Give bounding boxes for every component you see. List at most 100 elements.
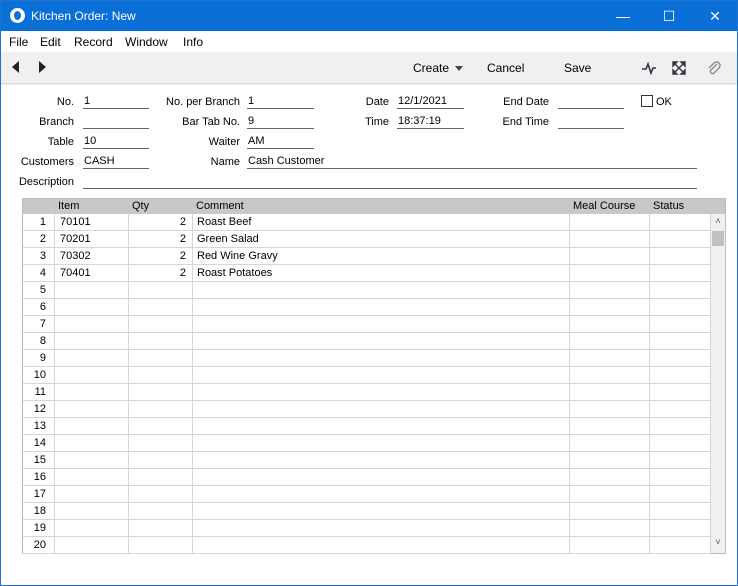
table-row[interactable]: 13 xyxy=(23,418,711,435)
menu-edit[interactable]: Edit xyxy=(40,35,61,49)
comment-cell[interactable] xyxy=(193,469,570,486)
menu-info[interactable]: Info xyxy=(183,35,203,49)
no-per-branch-field[interactable]: 1 xyxy=(247,95,314,109)
no-field[interactable]: 1 xyxy=(83,95,149,109)
meal-course-cell[interactable] xyxy=(570,333,650,350)
meal-course-cell[interactable] xyxy=(570,452,650,469)
item-cell[interactable] xyxy=(55,299,129,316)
status-cell[interactable] xyxy=(650,452,711,469)
qty-cell[interactable] xyxy=(129,299,193,316)
menu-file[interactable]: File xyxy=(9,35,28,49)
comment-cell[interactable] xyxy=(193,282,570,299)
qty-cell[interactable] xyxy=(129,316,193,333)
status-cell[interactable] xyxy=(650,214,711,231)
table-row[interactable]: 20 xyxy=(23,537,711,554)
status-cell[interactable] xyxy=(650,316,711,333)
table-row[interactable]: 9 xyxy=(23,350,711,367)
comment-cell[interactable] xyxy=(193,503,570,520)
branch-field[interactable] xyxy=(83,115,149,129)
table-row[interactable]: 2 70201 2 Green Salad xyxy=(23,231,711,248)
next-record-icon[interactable] xyxy=(39,61,46,73)
meal-course-cell[interactable] xyxy=(570,316,650,333)
scroll-down-icon[interactable]: ˅ xyxy=(711,537,725,549)
status-cell[interactable] xyxy=(650,384,711,401)
meal-course-cell[interactable] xyxy=(570,350,650,367)
comment-cell[interactable] xyxy=(193,452,570,469)
qty-cell[interactable] xyxy=(129,537,193,554)
scroll-thumb[interactable] xyxy=(712,231,724,246)
table-row[interactable]: 18 xyxy=(23,503,711,520)
meal-course-cell[interactable] xyxy=(570,282,650,299)
status-cell[interactable] xyxy=(650,248,711,265)
comment-cell[interactable] xyxy=(193,435,570,452)
status-cell[interactable] xyxy=(650,333,711,350)
status-cell[interactable] xyxy=(650,367,711,384)
item-cell[interactable] xyxy=(55,418,129,435)
qty-cell[interactable] xyxy=(129,486,193,503)
meal-course-cell[interactable] xyxy=(570,486,650,503)
table-row[interactable]: 10 xyxy=(23,367,711,384)
item-cell[interactable] xyxy=(55,333,129,350)
column-header-status[interactable]: Status xyxy=(653,200,684,212)
meal-course-cell[interactable] xyxy=(570,299,650,316)
item-cell[interactable] xyxy=(55,486,129,503)
meal-course-cell[interactable] xyxy=(570,367,650,384)
expand-icon[interactable] xyxy=(671,60,687,76)
table-row[interactable]: 5 xyxy=(23,282,711,299)
qty-cell[interactable]: 2 xyxy=(129,214,193,231)
status-cell[interactable] xyxy=(650,486,711,503)
column-header-comment[interactable]: Comment xyxy=(196,200,244,212)
meal-course-cell[interactable] xyxy=(570,537,650,554)
item-cell[interactable] xyxy=(55,350,129,367)
status-cell[interactable] xyxy=(650,520,711,537)
description-field[interactable] xyxy=(83,175,697,189)
meal-course-cell[interactable] xyxy=(570,401,650,418)
comment-cell[interactable] xyxy=(193,316,570,333)
meal-course-cell[interactable] xyxy=(570,435,650,452)
item-cell[interactable] xyxy=(55,435,129,452)
item-cell[interactable] xyxy=(55,469,129,486)
table-row[interactable]: 4 70401 2 Roast Potatoes xyxy=(23,265,711,282)
table-row[interactable]: 7 xyxy=(23,316,711,333)
qty-cell[interactable] xyxy=(129,401,193,418)
paperclip-icon[interactable] xyxy=(706,60,722,76)
table-row[interactable]: 6 xyxy=(23,299,711,316)
meal-course-cell[interactable] xyxy=(570,418,650,435)
item-cell[interactable]: 70201 xyxy=(55,231,129,248)
item-cell[interactable] xyxy=(55,367,129,384)
item-cell[interactable] xyxy=(55,401,129,418)
comment-cell[interactable] xyxy=(193,299,570,316)
item-cell[interactable] xyxy=(55,503,129,520)
qty-cell[interactable]: 2 xyxy=(129,248,193,265)
comment-cell[interactable] xyxy=(193,401,570,418)
table-row[interactable]: 11 xyxy=(23,384,711,401)
qty-cell[interactable] xyxy=(129,282,193,299)
meal-course-cell[interactable] xyxy=(570,231,650,248)
qty-cell[interactable] xyxy=(129,469,193,486)
item-cell[interactable]: 70302 xyxy=(55,248,129,265)
table-row[interactable]: 1 70101 2 Roast Beef xyxy=(23,214,711,231)
item-cell[interactable]: 70401 xyxy=(55,265,129,282)
qty-cell[interactable] xyxy=(129,384,193,401)
comment-cell[interactable] xyxy=(193,333,570,350)
table-row[interactable]: 16 xyxy=(23,469,711,486)
qty-cell[interactable] xyxy=(129,520,193,537)
end-date-field[interactable] xyxy=(558,95,624,109)
item-cell[interactable]: 70101 xyxy=(55,214,129,231)
create-button[interactable]: Create xyxy=(413,61,464,75)
table-row[interactable]: 14 xyxy=(23,435,711,452)
qty-cell[interactable] xyxy=(129,418,193,435)
status-cell[interactable] xyxy=(650,282,711,299)
meal-course-cell[interactable] xyxy=(570,265,650,282)
qty-cell[interactable]: 2 xyxy=(129,231,193,248)
comment-cell[interactable] xyxy=(193,418,570,435)
comment-cell[interactable]: Roast Beef xyxy=(193,214,570,231)
status-cell[interactable] xyxy=(650,350,711,367)
table-row[interactable]: 8 xyxy=(23,333,711,350)
status-cell[interactable] xyxy=(650,537,711,554)
qty-cell[interactable] xyxy=(129,435,193,452)
waiter-field[interactable]: AM xyxy=(247,135,314,149)
end-time-field[interactable] xyxy=(558,115,624,129)
grid-scrollbar[interactable]: ˄ ˅ xyxy=(711,214,725,553)
comment-cell[interactable] xyxy=(193,350,570,367)
